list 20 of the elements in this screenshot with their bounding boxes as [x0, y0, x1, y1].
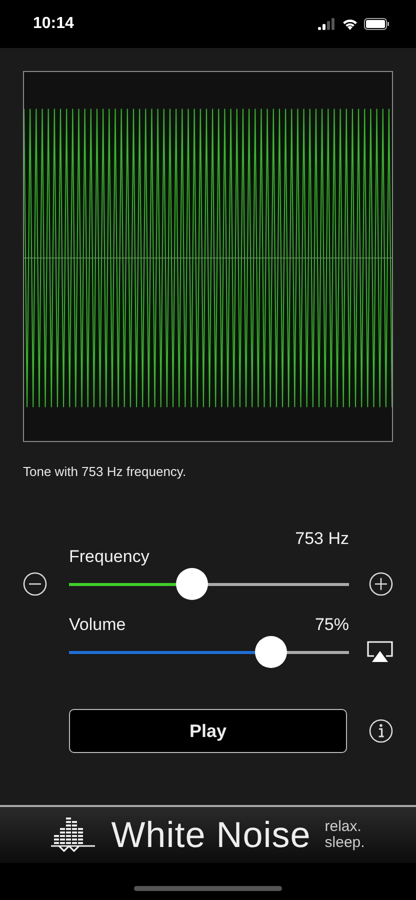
banner-tagline: sleep. — [324, 835, 365, 851]
battery-icon — [364, 18, 390, 30]
banner-title: White Noise — [111, 814, 311, 856]
equalizer-logo-icon — [51, 817, 96, 853]
airplay-icon[interactable] — [367, 641, 393, 663]
minus-icon[interactable] — [23, 572, 47, 596]
slider-label: Volume — [69, 615, 126, 635]
slider-thumb[interactable] — [254, 636, 287, 668]
play-button[interactable]: Play — [69, 709, 347, 753]
slider-value: 753 Hz — [295, 529, 349, 549]
slider-thumb[interactable] — [176, 568, 208, 600]
info-icon[interactable] — [369, 719, 393, 743]
slider-label: Frequency — [69, 547, 150, 567]
plus-icon[interactable] — [369, 572, 393, 596]
signal-icon — [318, 18, 336, 30]
banner-tagline: relax. — [324, 819, 362, 835]
wifi-icon — [342, 18, 358, 30]
slider-value: 75% — [314, 615, 349, 635]
tone-caption: Tone with 753 Hz frequency. — [23, 464, 188, 479]
status-time: 10:14 — [33, 15, 74, 33]
